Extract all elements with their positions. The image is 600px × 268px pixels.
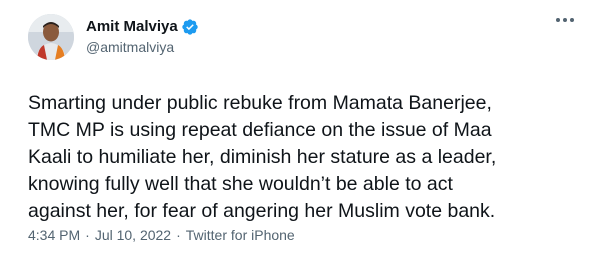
tweet-card: Amit Malviya @amitmalviya Smarting under… <box>0 0 600 268</box>
tweet-header: Amit Malviya @amitmalviya <box>28 14 600 62</box>
user-handle[interactable]: @amitmalviya <box>86 38 199 57</box>
user-info: Amit Malviya @amitmalviya <box>86 17 199 57</box>
name-row: Amit Malviya <box>86 17 199 37</box>
display-name[interactable]: Amit Malviya <box>86 17 178 37</box>
more-options-icon[interactable] <box>556 18 574 22</box>
tweet-time[interactable]: 4:34 PM <box>28 226 80 244</box>
avatar-image <box>28 14 74 60</box>
meta-separator: · <box>85 227 90 243</box>
tweet-date[interactable]: Jul 10, 2022 <box>95 226 171 244</box>
tweet-text: Smarting under public rebuke from Mamata… <box>28 92 497 222</box>
tweet-source[interactable]: Twitter for iPhone <box>186 226 295 244</box>
meta-separator: · <box>176 227 181 243</box>
avatar[interactable] <box>28 14 74 60</box>
verified-badge-icon <box>181 18 199 36</box>
tweet-metadata: 4:34 PM · Jul 10, 2022 · Twitter for iPh… <box>28 226 295 244</box>
